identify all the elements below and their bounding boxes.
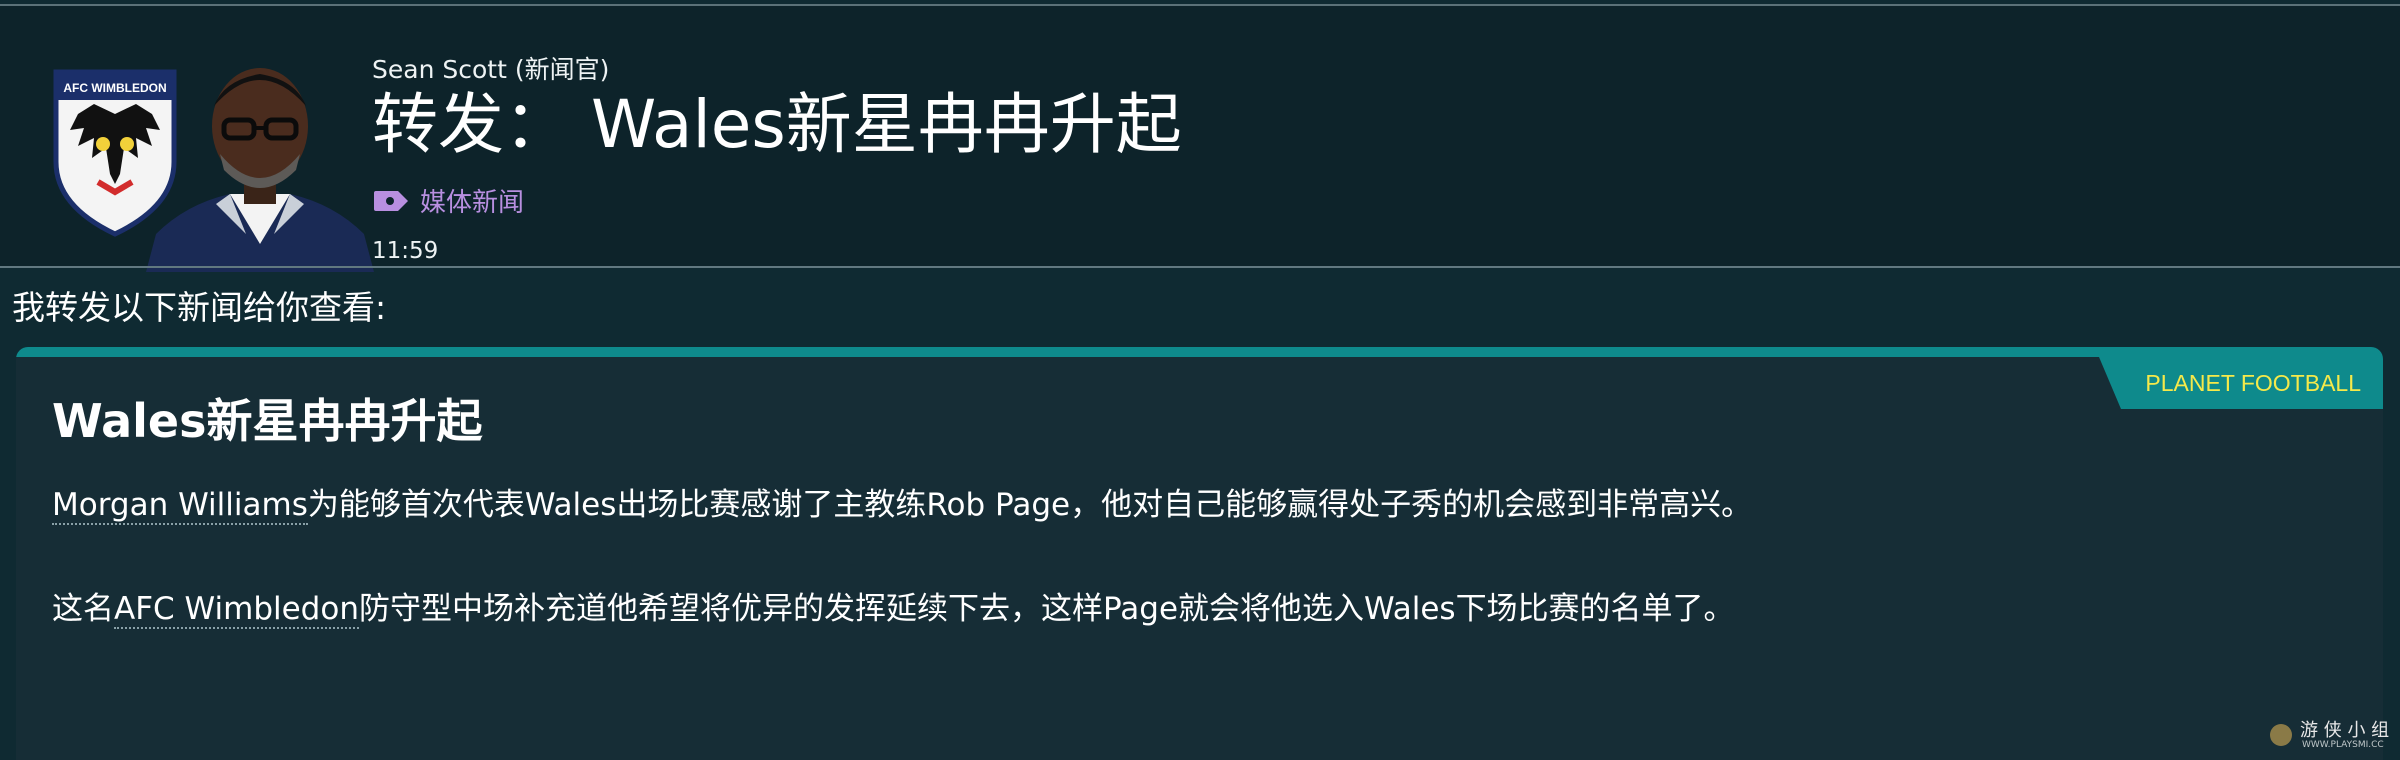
site-watermark: 游 侠 小 组 WWW.PLAYSMI.CC <box>2268 714 2396 756</box>
p1-text-2: 出场比赛感谢了主教练 <box>616 487 927 523</box>
team-link-2[interactable]: Wales <box>1364 591 1456 627</box>
article-paragraph-1: Morgan Williams为能够首次代表Wales出场比赛感谢了主教练Rob… <box>52 479 1753 525</box>
p1-text-1: 为能够首次代表 <box>307 487 525 523</box>
header-divider <box>0 266 2400 268</box>
player-link[interactable]: Morgan Williams <box>52 487 308 525</box>
coach-link[interactable]: Rob Page <box>926 487 1070 523</box>
watermark-text: 游 侠 小 组 <box>2300 720 2390 741</box>
p2-text-3: 就会将他选入 <box>1178 591 1365 627</box>
card-accent-bar <box>16 347 2383 357</box>
news-article-card: PLANET FOOTBALL Wales新星冉冉升起 Morgan Willi… <box>16 347 2383 760</box>
message-time: 11:59 <box>372 238 439 264</box>
source-label: PLANET FOOTBALL <box>2145 370 2361 396</box>
p2-text-1: 这名 <box>52 591 114 627</box>
message-header: AFC WIMBLEDON Sean Scott (新闻官) 转发： Wales… <box>0 6 2400 272</box>
team-link[interactable]: Wales <box>525 487 617 523</box>
article-paragraph-2: 这名AFC Wimbledon防守型中场补充道他希望将优异的发挥延续下去，这样P… <box>52 583 1735 629</box>
watermark-url: WWW.PLAYSMI.CC <box>2302 740 2384 750</box>
p2-text-2: 防守型中场补充道他希望将优异的发挥延续下去，这样 <box>358 591 1103 627</box>
intro-text: 我转发以下新闻给你查看: <box>12 288 387 327</box>
category-tag[interactable]: 媒体新闻 <box>372 182 524 219</box>
category-label: 媒体新闻 <box>420 188 525 218</box>
club-link[interactable]: AFC Wimbledon <box>114 591 359 629</box>
sender-name: Sean Scott (新闻官) <box>372 55 610 84</box>
watermark-logo-icon <box>2270 724 2292 746</box>
p2-text-4: 下场比赛的名单了。 <box>1455 591 1735 627</box>
article-headline: Wales新星冉冉升起 <box>52 394 483 448</box>
sender-avatar <box>146 68 374 272</box>
p1-text-3: ，他对自己能够赢得处子秀的机会感到非常高兴。 <box>1070 487 1753 523</box>
coach-link-2[interactable]: Page <box>1103 591 1178 627</box>
message-title: 转发： Wales新星冉冉升起 <box>372 86 1182 163</box>
tag-icon <box>374 190 408 211</box>
